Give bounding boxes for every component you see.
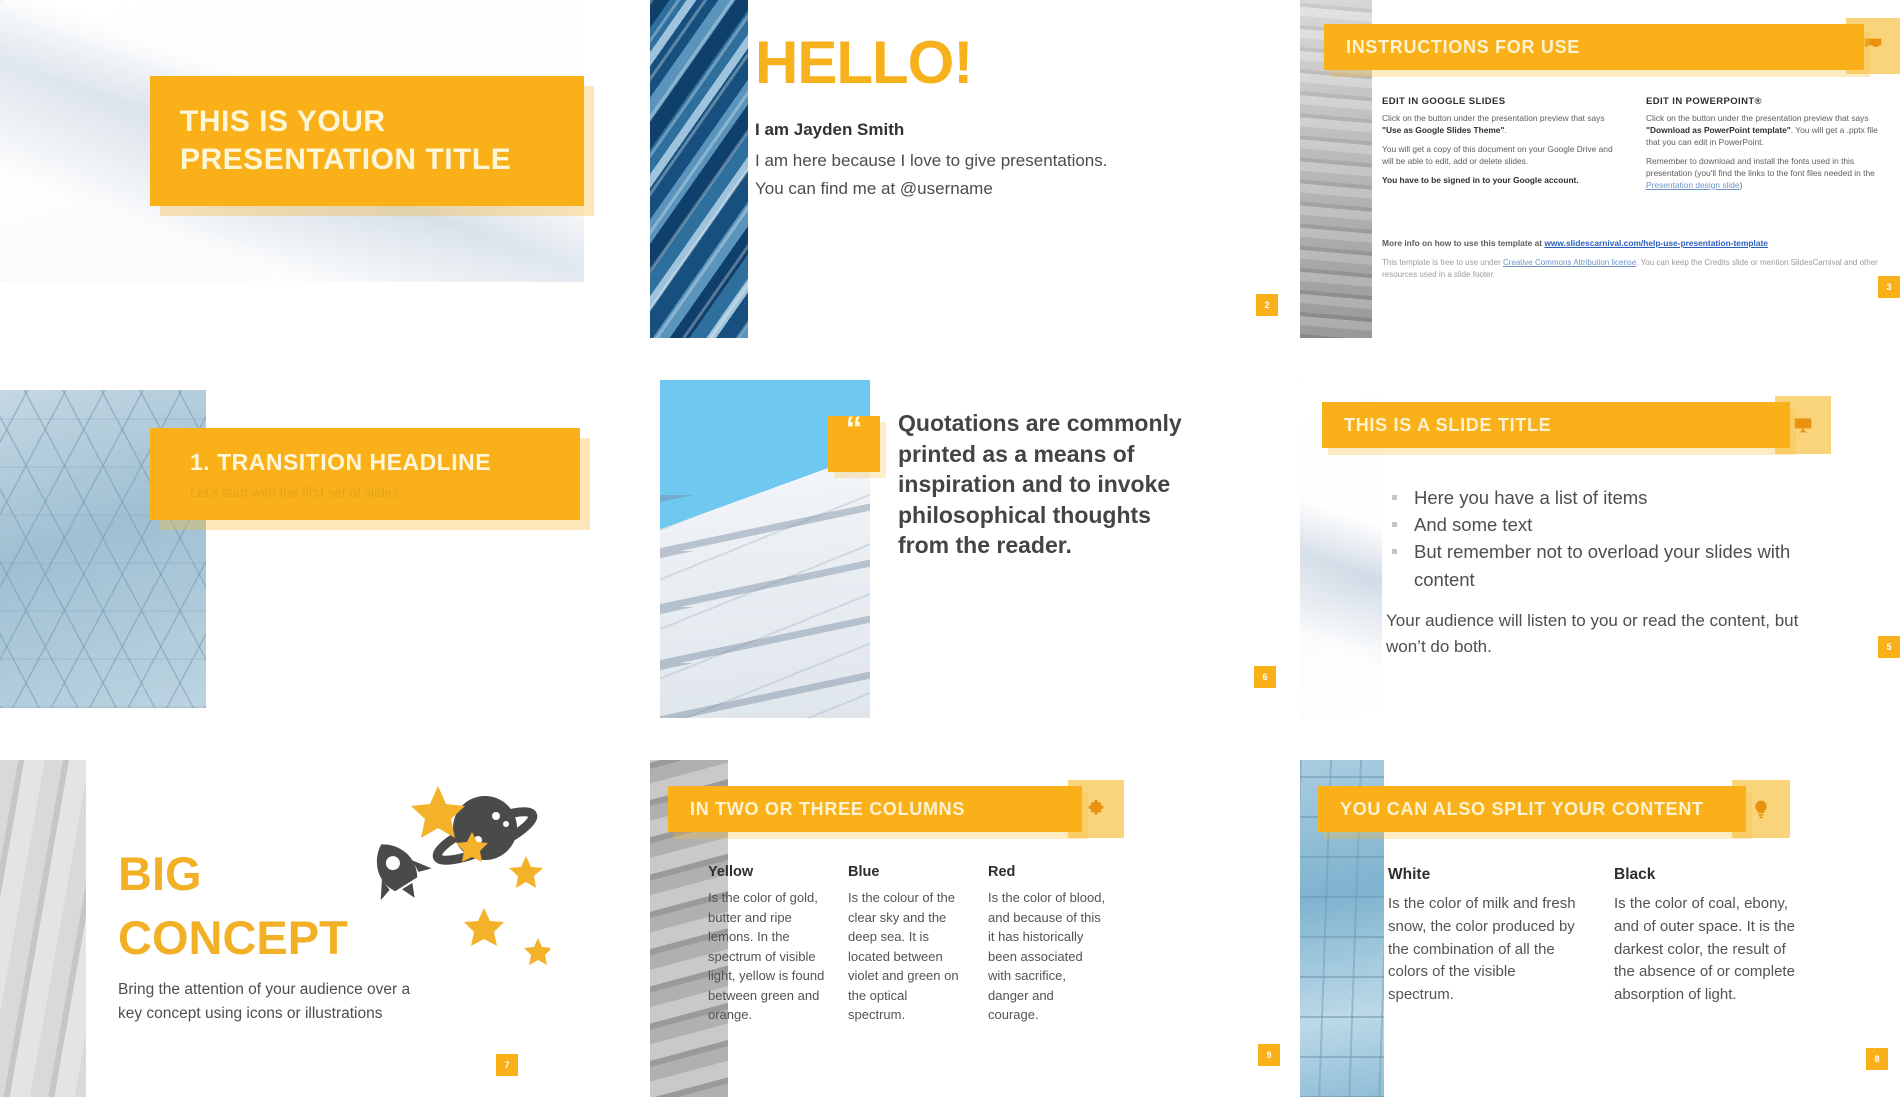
space-illustration bbox=[320, 778, 552, 968]
page-number-badge: 2 bbox=[1256, 294, 1278, 316]
big-concept-line-2: CONCEPT bbox=[118, 911, 348, 965]
column-black: Black Is the color of coal, ebony, and o… bbox=[1614, 866, 1804, 1007]
three-columns-header-bar: IN TWO OR THREE COLUMNS bbox=[668, 786, 1082, 832]
powerpoint-p2: Remember to download and install the fon… bbox=[1646, 156, 1882, 192]
column-title: Red bbox=[988, 864, 1016, 880]
powerpoint-p1: Click on the button under the presentati… bbox=[1646, 113, 1882, 149]
page-number-badge: 8 bbox=[1866, 1048, 1888, 1070]
transition-headline-text: 1. TRANSITION HEADLINE bbox=[190, 449, 492, 476]
slide-quote-slide[interactable]: “ Quotations are commonly printed as a m… bbox=[650, 380, 1300, 718]
column-text: Is the colour of the clear sky and the d… bbox=[848, 890, 959, 1022]
slide-instructions-slide[interactable]: INSTRUCTIONS FOR USE EDIT IN GOOGLE SLID… bbox=[1300, 0, 1900, 338]
instructions-column-google: EDIT IN GOOGLE SLIDES Click on the butto… bbox=[1382, 96, 1618, 199]
column-title: Yellow bbox=[708, 864, 754, 880]
slide-big-concept-slide[interactable]: BIG CONCEPT Bring the attention of your … bbox=[0, 760, 650, 1097]
license-prefix: This template is free to use under bbox=[1382, 258, 1503, 267]
speaker-line-2: I am here because I love to give present… bbox=[755, 151, 1108, 170]
column-text: Is the color of gold, butter and ripe le… bbox=[708, 890, 825, 1022]
page-number-badge: 7 bbox=[496, 1054, 518, 1076]
split-content-header-bar: YOU CAN ALSO SPLIT YOUR CONTENT bbox=[1318, 786, 1746, 832]
presentation-title-text: THIS IS YOUR PRESENTATION TITLE bbox=[180, 105, 512, 176]
list-item: Here you have a list of items bbox=[1386, 484, 1846, 511]
big-concept-line-1: BIG bbox=[118, 847, 202, 900]
instructions-license: This template is free to use under Creat… bbox=[1382, 257, 1888, 280]
slide-title-slide[interactable]: THIS IS YOUR PRESENTATION TITLE bbox=[0, 0, 650, 338]
page-number-badge: 5 bbox=[1878, 636, 1900, 658]
three-columns-header-text: IN TWO OR THREE COLUMNS bbox=[690, 798, 966, 819]
big-concept-heading: BIG CONCEPT bbox=[118, 842, 348, 971]
split-content-body: White Is the color of milk and fresh sno… bbox=[1388, 866, 1858, 1007]
ppt-p1-a: Click on the button under the presentati… bbox=[1646, 113, 1869, 123]
background-photo-blue-glass bbox=[650, 0, 748, 338]
instructions-more-info: More info on how to use this template at… bbox=[1382, 238, 1888, 248]
google-p1-b: "Use as Google Slides Theme" bbox=[1382, 124, 1505, 135]
google-slides-p2: You will get a copy of this document on … bbox=[1382, 143, 1613, 166]
presentation-title-box: THIS IS YOUR PRESENTATION TITLE bbox=[150, 76, 584, 206]
column-red: Red Is the color of blood, and because o… bbox=[988, 864, 1106, 1025]
instructions-column-powerpoint: EDIT IN POWERPOINT® Click on the button … bbox=[1646, 96, 1882, 199]
instructions-header-text: INSTRUCTIONS FOR USE bbox=[1346, 36, 1581, 57]
google-slides-heading: EDIT IN GOOGLE SLIDES bbox=[1382, 96, 1506, 107]
slide-title-header-text: THIS IS A SLIDE TITLE bbox=[1344, 414, 1552, 435]
column-text: Is the color of milk and fresh snow, the… bbox=[1388, 895, 1576, 1004]
ppt-p2-b: ) bbox=[1739, 179, 1743, 190]
column-title: Black bbox=[1614, 866, 1656, 883]
column-white: White Is the color of milk and fresh sno… bbox=[1388, 866, 1578, 1007]
column-blue: Blue Is the colour of the clear sky and … bbox=[848, 864, 966, 1025]
slide-title-header-bar: THIS IS A SLIDE TITLE bbox=[1322, 402, 1790, 448]
ppt-p1-b: "Download as PowerPoint template" bbox=[1646, 124, 1791, 135]
transition-headline-box: 1. TRANSITION HEADLINE Let's start with … bbox=[150, 428, 580, 520]
ppt-p2-a: Remember to download and install the fon… bbox=[1646, 155, 1875, 178]
powerpoint-heading: EDIT IN POWERPOINT® bbox=[1646, 96, 1762, 107]
page-number-badge: 6 bbox=[1254, 666, 1276, 688]
more-info-prefix: More info on how to use this template at bbox=[1382, 238, 1545, 248]
page-number-badge: 9 bbox=[1258, 1044, 1280, 1066]
transition-subtitle-text: Let's start with the first set of slides bbox=[190, 484, 399, 500]
bullet-list: Here you have a list of items And some t… bbox=[1386, 484, 1846, 593]
google-slides-p1: Click on the button under the presentati… bbox=[1382, 113, 1618, 137]
hello-heading: HELLO! bbox=[755, 29, 973, 96]
presentation-design-slide-link[interactable]: Presentation design slide bbox=[1646, 180, 1740, 190]
creative-commons-link[interactable]: Creative Commons Attribution license bbox=[1503, 258, 1636, 267]
slide-hello-slide[interactable]: HELLO! I am Jayden Smith I am here becau… bbox=[650, 0, 1300, 338]
background-photo-concrete bbox=[0, 760, 86, 1097]
column-text: Is the color of blood, and because of th… bbox=[988, 890, 1106, 1022]
list-item: But remember not to overload your slides… bbox=[1386, 538, 1846, 592]
speaker-line-3: You can find me at @username bbox=[755, 178, 993, 198]
column-yellow: Yellow Is the color of gold, butter and … bbox=[708, 864, 826, 1025]
google-slides-p3: You have to be signed in to your Google … bbox=[1382, 175, 1618, 187]
slide-transition-slide[interactable]: 1. TRANSITION HEADLINE Let's start with … bbox=[0, 380, 650, 718]
column-title: White bbox=[1388, 866, 1431, 883]
slide-slide-title-slide[interactable]: THIS IS A SLIDE TITLE Here you have a li… bbox=[1300, 380, 1900, 718]
help-template-link[interactable]: www.slidescarnival.com/help-use-presenta… bbox=[1544, 238, 1768, 248]
quote-mark-icon: “ bbox=[828, 412, 880, 472]
column-title: Blue bbox=[848, 864, 880, 880]
slide-split-content-slide[interactable]: YOU CAN ALSO SPLIT YOUR CONTENT White Is… bbox=[1300, 760, 1900, 1097]
quote-text: Quotations are commonly printed as a mea… bbox=[898, 410, 1182, 559]
google-p1-a: Click on the button under the presentati… bbox=[1382, 113, 1605, 123]
google-p3-text: You have to be signed in to your Google … bbox=[1382, 174, 1579, 185]
rocket-icon bbox=[376, 844, 432, 901]
column-text: Is the color of coal, ebony, and of oute… bbox=[1614, 895, 1795, 1004]
instructions-footer: More info on how to use this template at… bbox=[1382, 238, 1888, 280]
instructions-columns: EDIT IN GOOGLE SLIDES Click on the butto… bbox=[1382, 96, 1882, 199]
speaker-name: I am Jayden Smith bbox=[755, 120, 905, 139]
big-concept-subtitle: Bring the attention of your audience ove… bbox=[118, 981, 411, 1022]
slide-note-text: Your audience will listen to you or read… bbox=[1386, 611, 1799, 656]
page-number-badge: 3 bbox=[1878, 276, 1900, 298]
slide-deck-grid: THIS IS YOUR PRESENTATION TITLE HELLO! I… bbox=[0, 0, 1900, 1097]
instructions-header-bar: INSTRUCTIONS FOR USE bbox=[1324, 24, 1864, 70]
three-columns-body: Yellow Is the color of gold, butter and … bbox=[708, 864, 1208, 1025]
slide-three-columns-slide[interactable]: IN TWO OR THREE COLUMNS Yellow Is the co… bbox=[650, 760, 1300, 1097]
google-p1-c: . bbox=[1504, 124, 1507, 135]
split-content-header-text: YOU CAN ALSO SPLIT YOUR CONTENT bbox=[1340, 798, 1704, 819]
list-item: And some text bbox=[1386, 511, 1846, 538]
hello-body: I am Jayden Smith I am here because I lo… bbox=[755, 120, 1225, 202]
